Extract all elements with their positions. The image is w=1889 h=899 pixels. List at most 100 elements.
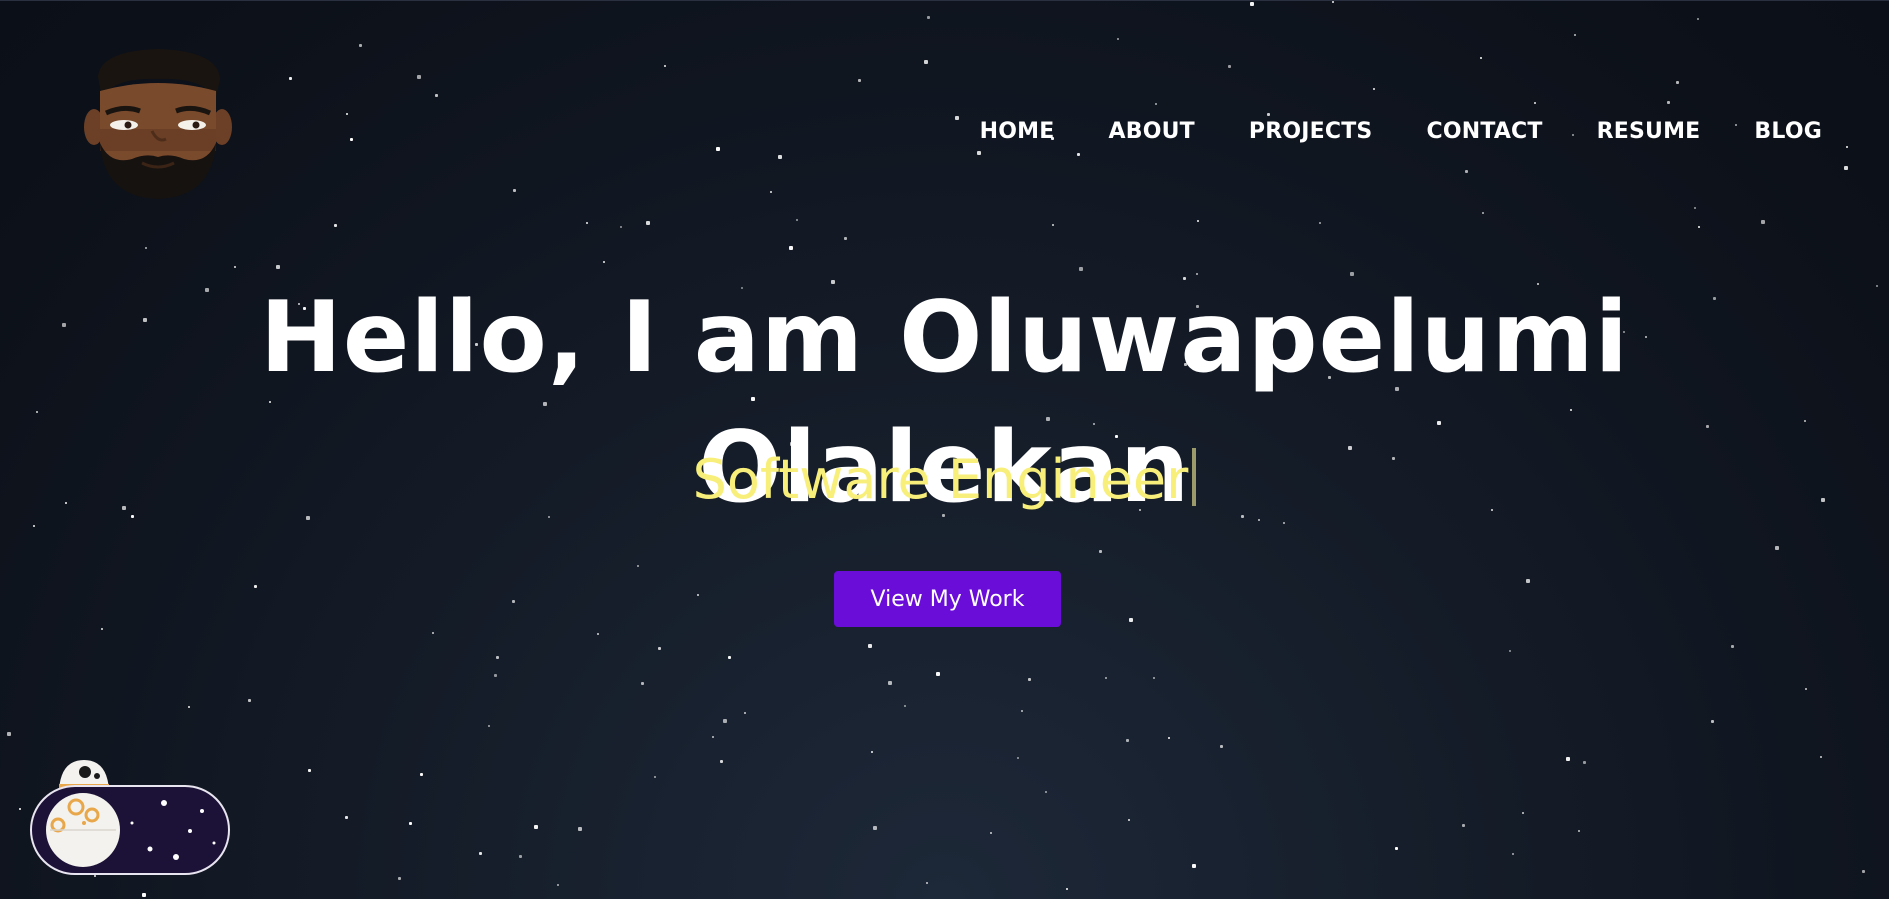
- star: [145, 247, 147, 249]
- star: [1574, 34, 1576, 36]
- star: [409, 822, 412, 825]
- nav-home[interactable]: HOME: [953, 119, 1082, 144]
- star: [496, 656, 499, 659]
- star: [1697, 18, 1699, 20]
- star: [646, 221, 650, 225]
- star: [1844, 166, 1848, 170]
- star: [289, 77, 292, 80]
- star: [844, 237, 847, 240]
- star: [873, 826, 877, 830]
- main-nav: HOME ABOUT PROJECTS CONTACT RESUME BLOG: [953, 119, 1849, 144]
- star: [276, 265, 280, 269]
- star: [1066, 888, 1068, 890]
- star: [512, 600, 515, 603]
- star: [927, 16, 930, 19]
- star: [1846, 146, 1848, 148]
- star: [494, 674, 497, 677]
- star: [188, 706, 190, 708]
- star: [1667, 101, 1670, 104]
- star: [1267, 113, 1270, 116]
- star: [1045, 791, 1047, 793]
- star: [1099, 550, 1102, 553]
- star: [101, 628, 103, 630]
- star: [1192, 864, 1196, 868]
- star: [868, 644, 872, 648]
- star: [904, 705, 906, 707]
- star: [435, 94, 438, 97]
- star: [248, 699, 251, 702]
- view-my-work-button[interactable]: View My Work: [834, 571, 1061, 627]
- star: [1052, 224, 1054, 226]
- star: [578, 827, 582, 831]
- star: [926, 882, 928, 884]
- star: [1509, 650, 1511, 652]
- star: [94, 875, 96, 877]
- star: [744, 712, 746, 714]
- theme-toggle[interactable]: [30, 785, 230, 875]
- star: [254, 585, 257, 588]
- star: [345, 816, 348, 819]
- star: [1395, 847, 1398, 850]
- portfolio-page: HOME ABOUT PROJECTS CONTACT RESUME BLOG …: [0, 0, 1889, 899]
- star: [796, 219, 798, 221]
- nav-blog[interactable]: BLOG: [1727, 119, 1849, 144]
- star: [1250, 2, 1254, 6]
- star: [1319, 222, 1321, 224]
- star: [359, 44, 362, 47]
- star: [1711, 720, 1714, 723]
- star: [334, 224, 337, 227]
- star: [720, 760, 723, 763]
- star: [1028, 678, 1031, 681]
- avatar[interactable]: [80, 47, 236, 199]
- star: [888, 681, 892, 685]
- star: [432, 632, 434, 634]
- star: [1332, 1, 1334, 3]
- star: [1526, 579, 1530, 583]
- star: [519, 855, 522, 858]
- hero-subtitle: Software Engineer: [692, 448, 1189, 511]
- bb8-body-icon: [46, 793, 120, 867]
- star: [1168, 737, 1170, 739]
- star: [1578, 830, 1580, 832]
- star: [924, 60, 928, 64]
- hero-subtitle-wrapper: Software Engineer: [0, 445, 1889, 515]
- star: [658, 647, 661, 650]
- nav-resume[interactable]: RESUME: [1570, 119, 1728, 144]
- star: [1228, 65, 1231, 68]
- star: [789, 246, 793, 250]
- star: [1820, 756, 1822, 758]
- star: [712, 736, 714, 738]
- star: [603, 261, 605, 263]
- star: [420, 773, 423, 776]
- star: [858, 79, 861, 82]
- star: [1153, 677, 1155, 679]
- star: [1512, 853, 1514, 855]
- star: [234, 266, 236, 268]
- star: [697, 594, 699, 596]
- star: [1698, 226, 1700, 228]
- star: [1105, 677, 1107, 679]
- star: [1583, 761, 1586, 764]
- nav-about[interactable]: ABOUT: [1082, 119, 1222, 144]
- star: [716, 147, 720, 151]
- star: [142, 893, 146, 897]
- star: [1128, 819, 1130, 821]
- nav-contact[interactable]: CONTACT: [1399, 119, 1569, 144]
- star: [513, 189, 516, 192]
- star: [1129, 618, 1133, 622]
- star: [1077, 153, 1080, 156]
- star: [1126, 739, 1129, 742]
- star: [1775, 546, 1779, 550]
- star: [728, 656, 731, 659]
- star: [723, 719, 727, 723]
- star: [1761, 220, 1765, 224]
- star: [641, 682, 644, 685]
- nav-projects[interactable]: PROJECTS: [1222, 119, 1400, 144]
- star: [488, 725, 490, 727]
- star: [778, 155, 782, 159]
- star: [1117, 38, 1119, 40]
- star: [417, 75, 421, 79]
- star: [871, 751, 873, 753]
- star: [586, 222, 588, 224]
- star: [597, 633, 599, 635]
